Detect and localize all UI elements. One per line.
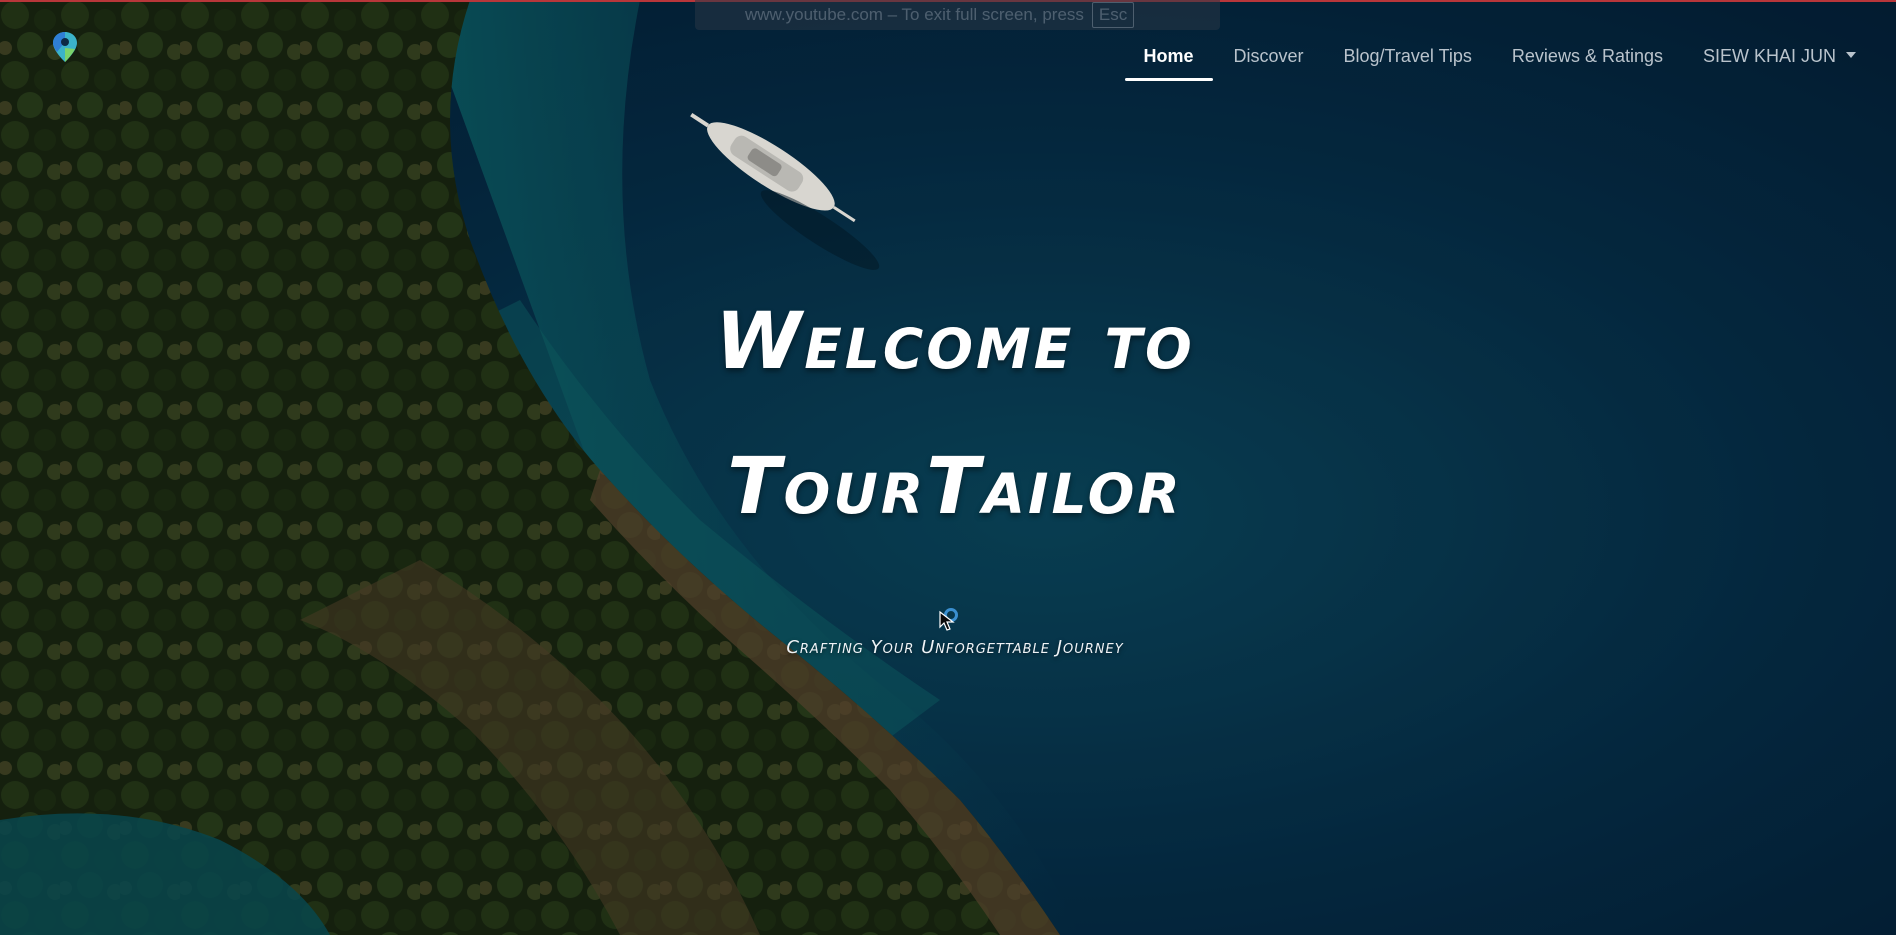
hero-title-line-1: Welcome to xyxy=(715,297,1195,387)
user-menu-dropdown[interactable]: SIEW KHAI JUN xyxy=(1683,40,1876,81)
user-menu-label: SIEW KHAI JUN xyxy=(1702,46,1836,66)
nav-discover[interactable]: Discover xyxy=(1214,40,1324,81)
main-navbar: Home Discover Blog/Travel Tips Reviews &… xyxy=(1124,40,1877,81)
esc-key-hint: Esc xyxy=(1091,2,1135,28)
nav-reviews-ratings[interactable]: Reviews & Ratings xyxy=(1492,40,1683,81)
nav-blog-travel-tips[interactable]: Blog/Travel Tips xyxy=(1324,40,1492,81)
page: www.youtube.com – To exit full screen, p… xyxy=(0,0,1896,935)
mouse-cursor-icon xyxy=(938,610,956,632)
nav-home[interactable]: Home xyxy=(1124,40,1214,81)
hero-section: Welcome to TourTailor Crafting Your Unfo… xyxy=(640,270,1270,658)
map-pin-logo-icon[interactable] xyxy=(50,30,80,64)
hero-title-line-2: TourTailor xyxy=(727,442,1183,532)
hero-title: Welcome to TourTailor xyxy=(640,270,1270,560)
fullscreen-notice: www.youtube.com – To exit full screen, p… xyxy=(695,0,1220,30)
hero-subtitle: Crafting Your Unforgettable Journey xyxy=(786,637,1124,658)
caret-down-icon xyxy=(1846,52,1856,59)
fullscreen-notice-text: www.youtube.com – To exit full screen, p… xyxy=(745,5,1084,24)
